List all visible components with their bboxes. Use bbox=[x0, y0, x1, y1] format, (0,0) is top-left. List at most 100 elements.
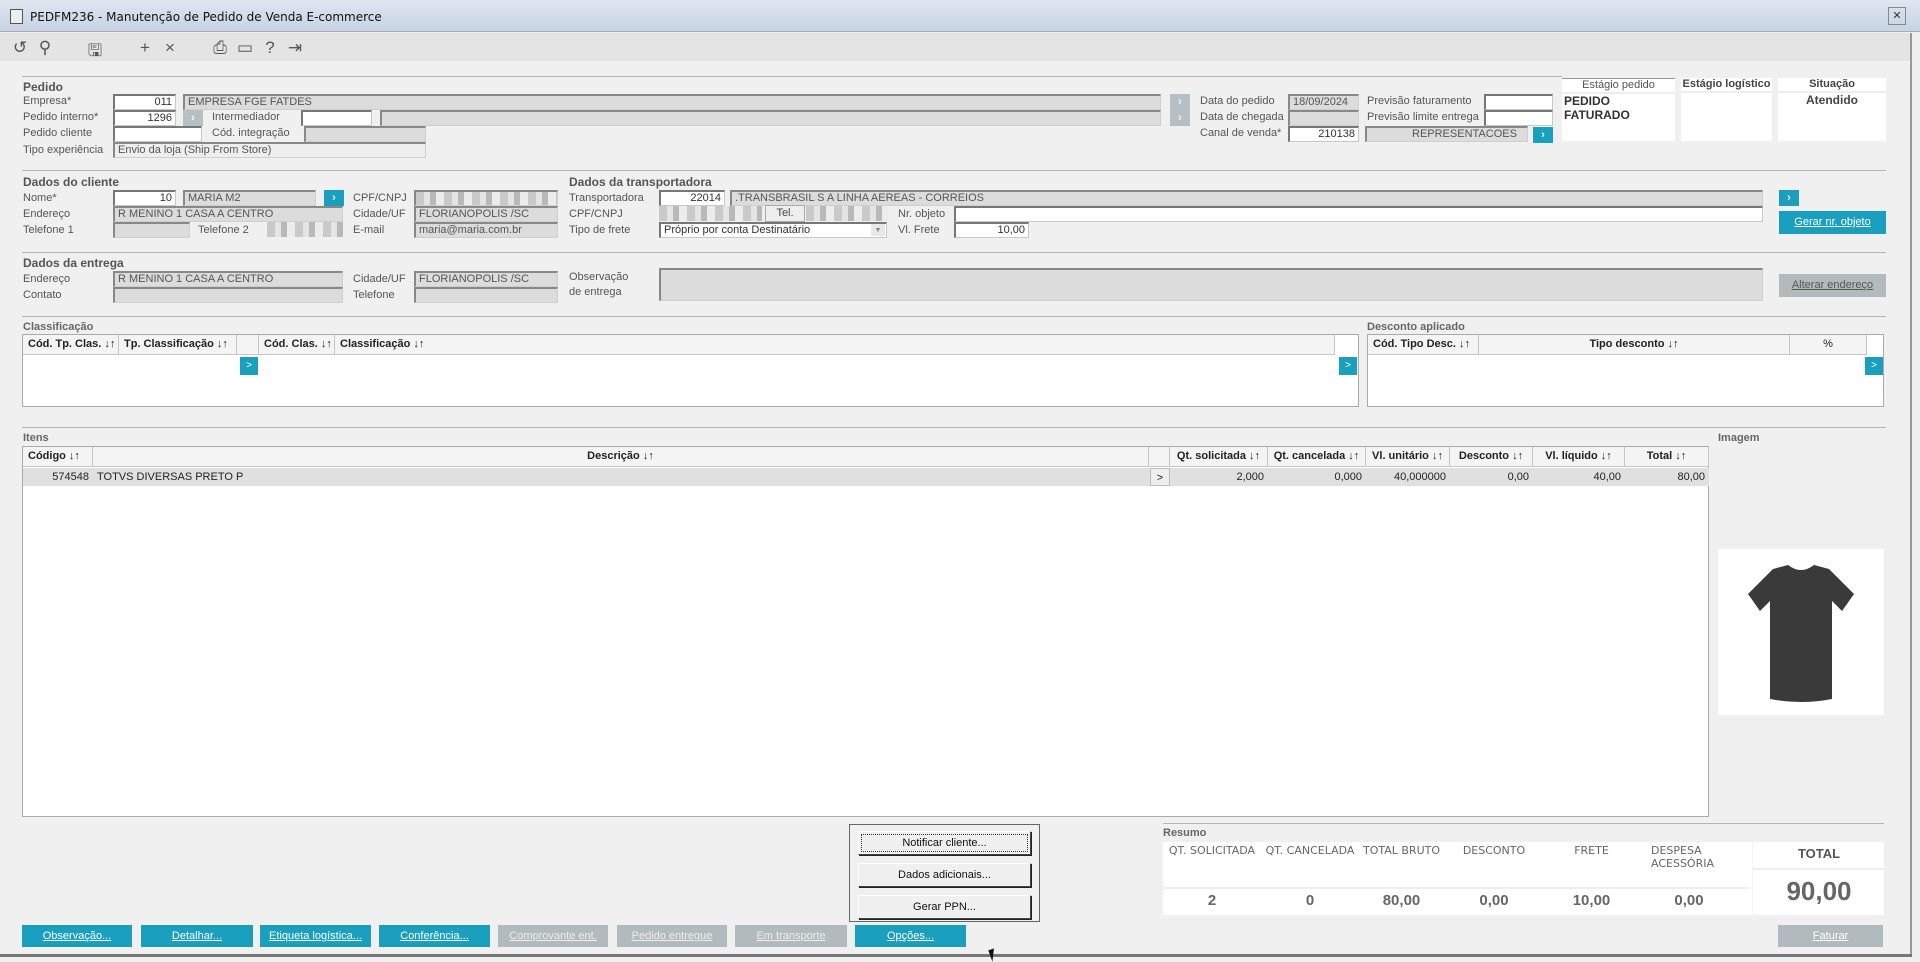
col-vl-liquido[interactable]: Vl. líquido ↓↑ bbox=[1533, 447, 1625, 467]
chevron-down-icon: ▼ bbox=[871, 224, 885, 236]
col-descricao[interactable]: Descrição ↓↑ bbox=[93, 447, 1149, 467]
exit-icon[interactable]: ⇥ bbox=[285, 38, 305, 58]
row-expand-button[interactable]: > bbox=[1150, 468, 1170, 486]
help-icon[interactable]: ? bbox=[260, 38, 280, 58]
pedido-cliente-label: Pedido cliente bbox=[23, 127, 93, 139]
table-row[interactable]: 574548 TOTVS DIVERSAS PRETO P > 2,000 0,… bbox=[23, 468, 1709, 486]
col-qt-solicitada[interactable]: Qt. solicitada ↓↑ bbox=[1170, 447, 1268, 467]
pedido-interno-arrow[interactable]: › bbox=[183, 110, 203, 126]
intermediador-input[interactable] bbox=[301, 110, 372, 126]
telefone2-field bbox=[267, 222, 343, 237]
resumo-despesa-value: 0,00 bbox=[1674, 892, 1704, 909]
col-qt-cancelada[interactable]: Qt. cancelada ↓↑ bbox=[1268, 447, 1366, 467]
nome-code-input[interactable]: 10 bbox=[113, 190, 176, 206]
previsao-faturamento-input[interactable] bbox=[1484, 94, 1553, 110]
app-icon bbox=[10, 9, 23, 24]
empresa-arrow-button[interactable]: › bbox=[1170, 94, 1190, 110]
pedido-interno-input[interactable]: 1296 bbox=[113, 110, 176, 126]
contato-field bbox=[113, 287, 343, 303]
tipo-frete-select[interactable]: Próprio por conta Destinatário ▼ bbox=[659, 222, 887, 238]
transportadora-section-title: Dados da transportadora bbox=[569, 175, 712, 189]
etiqueta-logistica-button[interactable]: Etiqueta logística... bbox=[260, 925, 371, 947]
col-cod-tipo-desc[interactable]: Cód. Tipo Desc. ↓↑ bbox=[1368, 335, 1479, 355]
transportadora-tel-field bbox=[806, 206, 888, 221]
cell-desconto: 0,00 bbox=[1507, 471, 1529, 483]
alterar-endereco-button[interactable]: Alterar endereço bbox=[1779, 274, 1886, 297]
resumo-despesa-label: DESPESA ACESSÓRIA bbox=[1651, 844, 1714, 870]
opcoes-popup-menu: Notificar cliente... Dados adicionais...… bbox=[849, 824, 1040, 922]
col-tipo-desconto[interactable]: Tipo desconto ↓↑ bbox=[1479, 335, 1790, 355]
col-classificacao[interactable]: Classificação ↓↑ bbox=[335, 335, 1335, 355]
col-spacer bbox=[237, 335, 259, 355]
pedido-cliente-input[interactable] bbox=[113, 126, 202, 142]
notificar-cliente-button[interactable]: Notificar cliente... bbox=[858, 831, 1031, 855]
cell-vl-liquido: 40,00 bbox=[1593, 471, 1621, 483]
window-title: PEDFM236 - Manutenção de Pedido de Venda… bbox=[30, 10, 382, 24]
entrega-endereco-field: R MENINO 1 CASA A CENTRO bbox=[113, 271, 343, 287]
gerar-nr-objeto-button[interactable]: Gerar nr. objeto bbox=[1779, 211, 1886, 234]
canal-venda-input[interactable]: 210138 bbox=[1288, 126, 1359, 142]
transportadora-name-field: .TRANSBRASIL S A LINHA AEREAS - CORREIOS bbox=[730, 190, 1763, 206]
col-tp-classificacao[interactable]: Tp. Classificação ↓↑ bbox=[119, 335, 237, 355]
dados-adicionais-button[interactable]: Dados adicionais... bbox=[858, 863, 1031, 887]
comprovante-entrega-button[interactable]: Comprovante ent. bbox=[498, 925, 608, 947]
vl-frete-label: Vl. Frete bbox=[898, 224, 940, 236]
situacao-label: Situação bbox=[1778, 78, 1886, 93]
cliente-arrow-button[interactable]: › bbox=[324, 190, 344, 206]
col-vl-unitario[interactable]: Vl. unitário ↓↑ bbox=[1366, 447, 1450, 467]
entrega-endereco-label: Endereço bbox=[23, 273, 71, 285]
close-button[interactable]: ✕ bbox=[1888, 7, 1906, 25]
col-percent[interactable]: % bbox=[1790, 335, 1867, 355]
transportadora-arrow-button[interactable]: › bbox=[1779, 190, 1799, 206]
intermediador-name-field bbox=[380, 110, 1161, 126]
previsao-entrega-input[interactable] bbox=[1484, 110, 1553, 126]
pedido-interno-label: Pedido interno* bbox=[23, 111, 99, 123]
canal-venda-arrow-button[interactable]: › bbox=[1533, 127, 1553, 143]
print-icon[interactable]: ⎙ bbox=[210, 38, 230, 58]
telefone1-label: Telefone 1 bbox=[23, 224, 74, 236]
em-transporte-button[interactable]: Em transporte bbox=[735, 925, 847, 947]
delete-icon[interactable]: × bbox=[160, 38, 180, 58]
pedido-entregue-button[interactable]: Pedido entregue bbox=[617, 925, 727, 947]
save-icon[interactable]: 🖫 bbox=[85, 38, 105, 67]
undo-icon[interactable]: ↺ bbox=[10, 38, 30, 58]
desconto-expand-button[interactable]: > bbox=[1865, 357, 1883, 375]
resumo-qt-solicitada-label: QT. SOLICITADA bbox=[1168, 844, 1256, 857]
tipo-frete-value: Próprio por conta Destinatário bbox=[664, 224, 811, 236]
empresa-code-input[interactable]: 011 bbox=[113, 94, 176, 110]
transportadora-code-input[interactable]: 22014 bbox=[659, 190, 725, 206]
nr-objeto-input[interactable] bbox=[954, 206, 1763, 222]
detalhar-button[interactable]: Detalhar... bbox=[141, 925, 253, 947]
empresa-label: Empresa* bbox=[23, 95, 72, 107]
tipo-experiencia-label: Tipo experiência bbox=[23, 144, 104, 156]
col-codigo[interactable]: Código ↓↑ bbox=[23, 447, 93, 467]
resumo-frete-value: 10,00 bbox=[1572, 892, 1611, 909]
classificacao-expand-button[interactable]: > bbox=[1339, 357, 1357, 375]
conferencia-button[interactable]: Conferência... bbox=[379, 925, 490, 947]
faturar-button[interactable]: Faturar bbox=[1778, 925, 1883, 947]
tel-button[interactable]: Tel. bbox=[765, 205, 805, 222]
classificacao-table: Cód. Tp. Clas. ↓↑ Tp. Classificação ↓↑ C… bbox=[22, 334, 1359, 407]
tp-classificacao-expand-button[interactable]: > bbox=[240, 357, 258, 375]
opcoes-button[interactable]: Opções... bbox=[855, 925, 966, 947]
search-icon[interactable]: ⚲ bbox=[35, 38, 55, 58]
observacao-button[interactable]: Observação... bbox=[22, 925, 132, 947]
col-cod-clas[interactable]: Cód. Clas. ↓↑ bbox=[259, 335, 335, 355]
de-entrega-label: de entrega bbox=[569, 286, 622, 298]
calendar-icon[interactable]: ▭ bbox=[235, 38, 255, 58]
col-cod-tp-clas[interactable]: Cód. Tp. Clas. ↓↑ bbox=[23, 335, 119, 355]
resumo-qt-solicitada-value: 2 bbox=[1207, 892, 1217, 909]
vl-frete-input[interactable]: 10,00 bbox=[954, 222, 1029, 238]
cod-integracao-field bbox=[304, 126, 426, 142]
data-chegada-field bbox=[1288, 110, 1359, 126]
col-desconto[interactable]: Desconto ↓↑ bbox=[1450, 447, 1533, 467]
intermediador-arrow-button[interactable]: › bbox=[1170, 110, 1190, 126]
desconto-table: Cód. Tipo Desc. ↓↑ Tipo desconto ↓↑ % > bbox=[1367, 334, 1884, 407]
nr-objeto-label: Nr. objeto bbox=[898, 208, 946, 220]
add-icon[interactable]: + bbox=[135, 38, 155, 58]
situacao-box: Situação Atendido bbox=[1778, 78, 1886, 141]
col-total[interactable]: Total ↓↑ bbox=[1625, 447, 1709, 467]
cell-qt-solicitada: 2,000 bbox=[1236, 471, 1264, 483]
gerar-ppn-button[interactable]: Gerar PPN... bbox=[858, 895, 1031, 919]
entrega-telefone-label: Telefone bbox=[353, 289, 395, 301]
